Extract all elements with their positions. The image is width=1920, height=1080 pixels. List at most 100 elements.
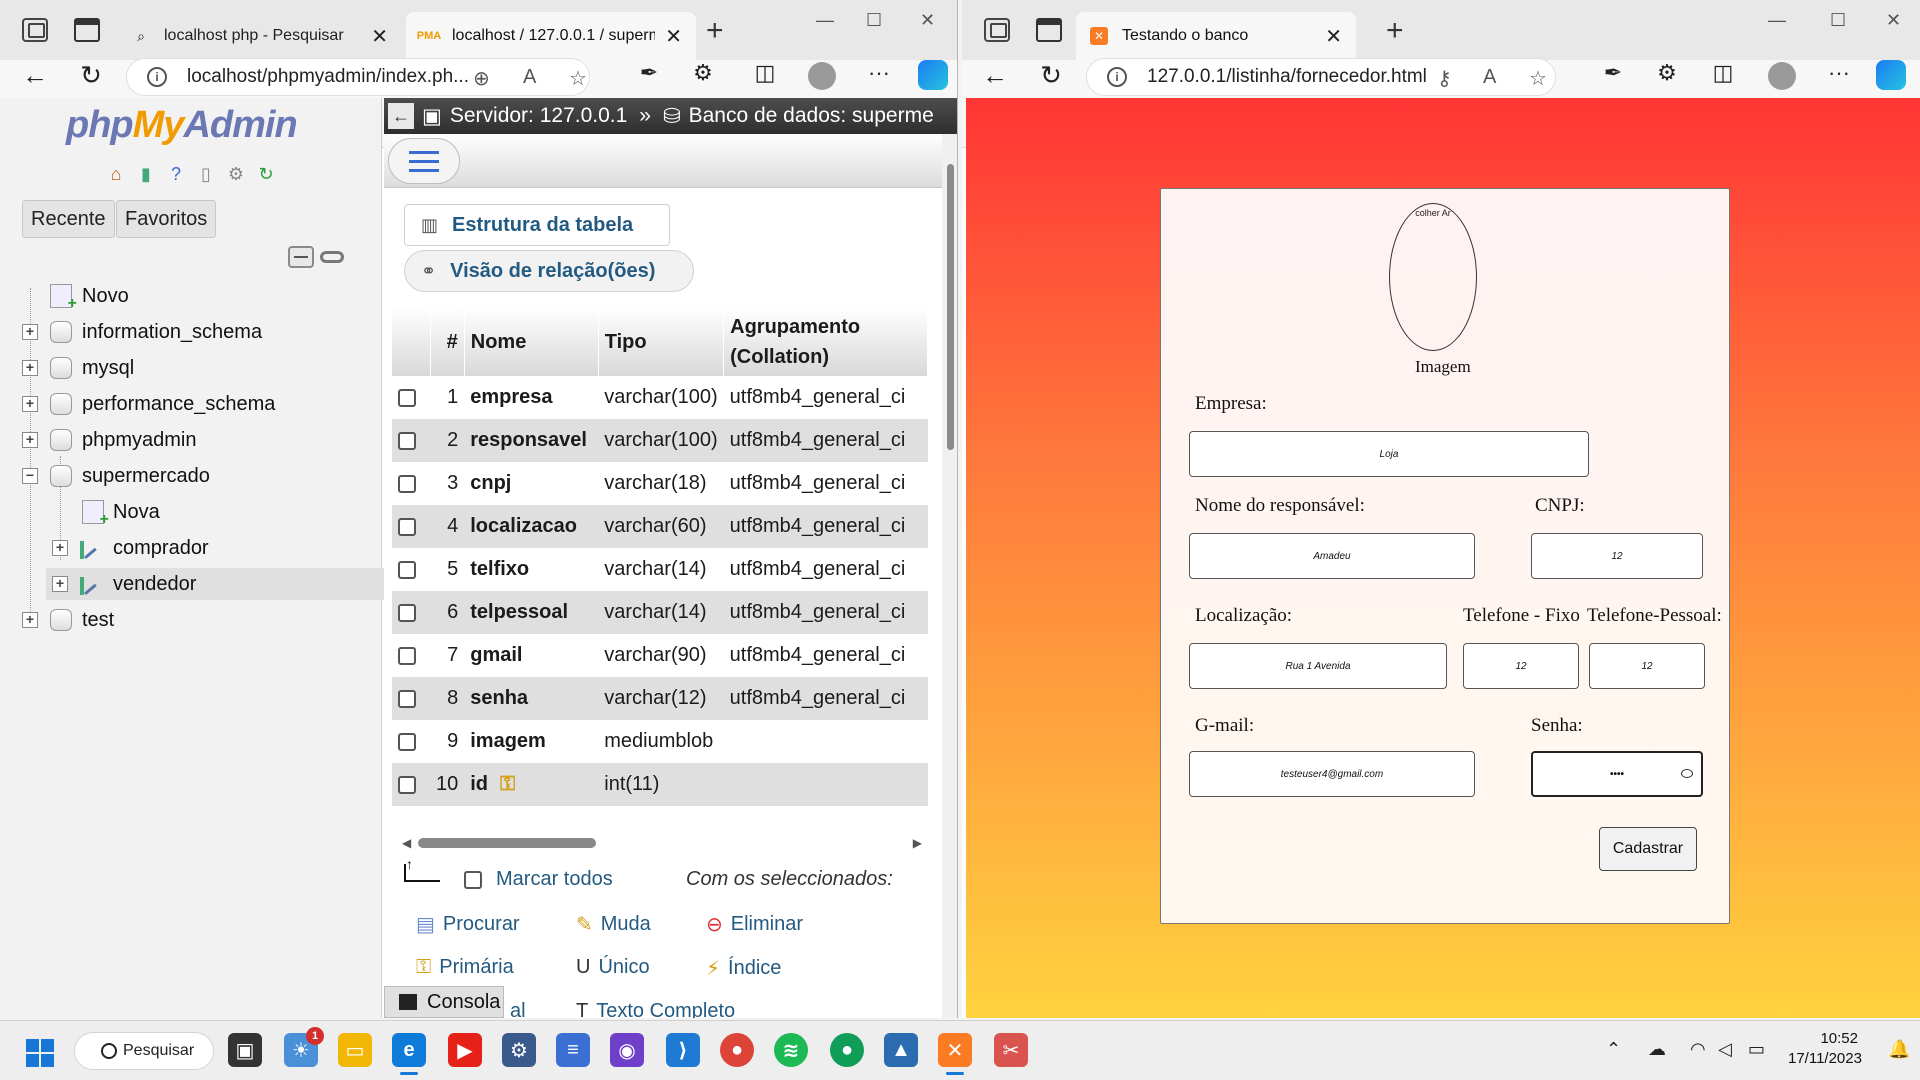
tab-bing-search[interactable]: ⌕ localhost php - Pesquisar ✕	[118, 12, 402, 60]
tree-item-mysql[interactable]: + mysql	[16, 352, 376, 384]
row-checkbox[interactable]	[398, 775, 416, 794]
breadcrumb-server[interactable]: Servidor: 127.0.0.1	[450, 104, 627, 128]
tab-testando-o-banco[interactable]: ✕ Testando o banco ✕	[1076, 12, 1356, 60]
reveal-password-eye-icon[interactable]	[1681, 769, 1693, 778]
tree-item-information-schema[interactable]: + information_schema	[16, 316, 376, 348]
extension-pen-icon[interactable]: ✒	[1598, 60, 1628, 86]
minimize-icon[interactable]: —	[816, 10, 834, 31]
home-icon[interactable]: ⌂	[104, 162, 128, 186]
close-tab-icon[interactable]: ✕	[665, 24, 682, 49]
show-hidden-icons-chevron-up-icon[interactable]: ⌃	[1606, 1039, 1621, 1060]
telfixo-input[interactable]: 12	[1463, 643, 1579, 689]
fulltext-button[interactable]: T Texto Completo	[576, 1000, 735, 1018]
row-checkbox[interactable]	[398, 732, 416, 751]
extension-pen-icon[interactable]: ✒	[634, 60, 664, 86]
profile-avatar[interactable]	[1768, 62, 1796, 90]
recent-tables-button[interactable]: Recente	[22, 200, 115, 238]
vertical-tabs-icon[interactable]	[1036, 18, 1062, 42]
drop-button[interactable]: ⊖ Eliminar	[706, 912, 803, 937]
minimize-icon[interactable]: —	[1768, 10, 1786, 31]
task-view-icon[interactable]: ▣	[228, 1033, 262, 1067]
vertical-scrollbar[interactable]	[942, 134, 957, 1018]
file-explorer-icon[interactable]: ▭	[338, 1033, 372, 1067]
table-row[interactable]: 5 telfixo varchar(14) utf8mb4_general_ci	[392, 548, 928, 591]
clock[interactable]: 10:52 17/11/2023	[1788, 1029, 1862, 1069]
tree-item-phpmyadmin[interactable]: + phpmyadmin	[16, 424, 376, 456]
profile-avatar[interactable]	[808, 62, 836, 90]
row-checkbox[interactable]	[398, 474, 416, 493]
volume-icon[interactable]: ◁	[1718, 1039, 1732, 1060]
expand-icon[interactable]: +	[52, 540, 68, 556]
expand-icon[interactable]: +	[52, 576, 68, 592]
scroll-thumb[interactable]	[947, 164, 954, 450]
maximize-icon[interactable]: ☐	[1830, 10, 1846, 31]
vertical-tabs-icon[interactable]	[74, 18, 100, 42]
close-tab-icon[interactable]: ✕	[371, 24, 388, 49]
docs-icon[interactable]: ▯	[194, 162, 218, 186]
table-row[interactable]: 1 empresa varchar(100) utf8mb4_general_ci	[392, 376, 928, 419]
back-icon[interactable]: ←	[980, 60, 1010, 91]
edge-icon[interactable]: e	[392, 1033, 426, 1075]
start-menu-icon[interactable]	[26, 1039, 54, 1067]
telpessoal-input[interactable]: 12	[1589, 643, 1705, 689]
browse-button[interactable]: ▤ Procurar	[416, 912, 520, 937]
reload-icon[interactable]: ↻	[254, 162, 278, 186]
battery-icon[interactable]: ▭	[1748, 1039, 1765, 1060]
close-window-icon[interactable]: ✕	[920, 10, 935, 31]
settings-gear-icon[interactable]: ⚙	[224, 162, 248, 186]
tab-phpmyadmin[interactable]: PMA localhost / 127.0.0.1 / supermer ✕	[406, 12, 696, 60]
split-screen-icon[interactable]: ◫	[750, 60, 780, 86]
chrome-icon[interactable]: ●	[720, 1033, 754, 1067]
taskbar-search[interactable]: Pesquisar	[74, 1032, 214, 1070]
expand-icon[interactable]: +	[22, 432, 38, 448]
table-row[interactable]: 9 imagem mediumblob	[392, 720, 928, 763]
tree-item-supermercado[interactable]: − supermercado	[16, 460, 376, 492]
maximize-icon[interactable]: ☐	[866, 10, 882, 31]
header-name[interactable]: Nome	[464, 308, 599, 376]
settings-app-icon[interactable]: ⚙	[502, 1033, 536, 1067]
responsavel-input[interactable]: Amadeu	[1189, 533, 1475, 579]
check-all-control[interactable]: Marcar todos	[464, 868, 613, 891]
workspaces-icon[interactable]	[22, 18, 48, 42]
spotify-icon[interactable]: ≋	[774, 1033, 808, 1067]
unique-button[interactable]: U Único	[576, 956, 650, 979]
more-menu-icon[interactable]: ···	[864, 60, 894, 86]
senha-input[interactable]: ••••	[1531, 751, 1703, 797]
github-desktop-icon[interactable]: ◉	[610, 1033, 644, 1067]
favorite-star-icon[interactable]: ☆	[1529, 66, 1547, 91]
notifications-bell-icon[interactable]: 🔔	[1888, 1039, 1910, 1060]
back-icon[interactable]: ←	[20, 60, 50, 91]
row-checkbox[interactable]	[398, 560, 416, 579]
widgets-icon[interactable]: ☀ 1	[284, 1027, 324, 1067]
read-aloud-icon[interactable]: A	[523, 66, 536, 89]
row-checkbox[interactable]	[398, 603, 416, 622]
horizontal-scrollbar[interactable]: ◀ ▶	[402, 836, 922, 850]
read-aloud-icon[interactable]: A	[1483, 66, 1496, 89]
index-button[interactable]: ⚡ Índice	[706, 956, 781, 981]
expand-icon[interactable]: +	[22, 612, 38, 628]
help-icon[interactable]: ?	[164, 162, 188, 186]
scroll-thumb[interactable]	[418, 838, 596, 848]
header-number[interactable]: #	[430, 308, 465, 376]
check-all-checkbox[interactable]	[464, 870, 482, 889]
logout-icon[interactable]: ▮	[134, 162, 158, 186]
localizacao-input[interactable]: Rua 1 Avenida	[1189, 643, 1447, 689]
row-checkbox[interactable]	[398, 431, 416, 450]
expand-icon[interactable]: +	[22, 396, 38, 412]
tree-item-new-table[interactable]: Nova	[16, 496, 376, 529]
refresh-icon[interactable]: ↻	[1036, 60, 1066, 91]
collapse-icon[interactable]: −	[22, 468, 38, 484]
tree-item-test[interactable]: + test	[16, 604, 376, 636]
close-window-icon[interactable]: ✕	[1886, 10, 1901, 31]
scroll-left-icon[interactable]: ◀	[402, 836, 411, 850]
wifi-icon[interactable]: ◠	[1690, 1039, 1706, 1060]
notepad-icon[interactable]: ≡	[556, 1033, 590, 1067]
tree-item-new[interactable]: Novo	[16, 280, 376, 313]
row-checkbox[interactable]	[398, 517, 416, 536]
favorite-star-icon[interactable]: ☆	[569, 66, 587, 91]
site-info-icon[interactable]: i	[147, 67, 167, 87]
expand-icon[interactable]: +	[22, 360, 38, 376]
spatial-button-fragment[interactable]: al	[510, 1000, 526, 1018]
collapse-nav-icon[interactable]: ←	[388, 103, 414, 129]
new-tab-button[interactable]: +	[706, 14, 724, 48]
